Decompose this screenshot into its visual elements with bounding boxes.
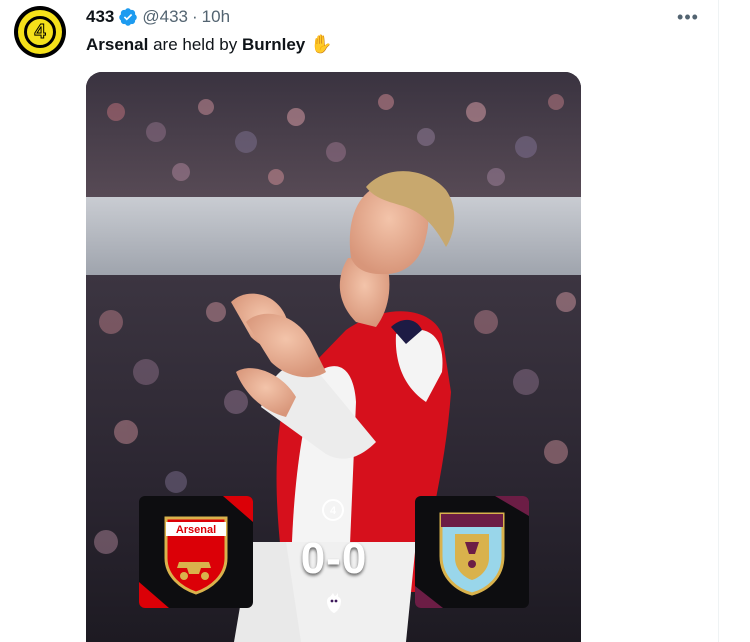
tweet-header: 433 @433 · 10h: [86, 6, 230, 28]
burnley-crest-icon: [415, 496, 529, 608]
raised-hand-emoji-icon: ✋: [309, 34, 333, 54]
avatar[interactable]: 4: [14, 6, 66, 58]
premier-league-lion-icon: [322, 589, 346, 615]
handle[interactable]: @433: [142, 7, 188, 27]
separator-dot: ·: [192, 7, 198, 26]
home-crest-text: Arsenal: [176, 524, 216, 536]
tweet-text-middle: are held by: [148, 35, 242, 54]
tweet-media[interactable]: Arsenal 4 0-0: [86, 72, 581, 642]
home-team-crest: Arsenal: [139, 496, 253, 608]
more-options-icon[interactable]: •••: [676, 8, 700, 26]
tweet[interactable]: 4 433 @433 · 10h ••• Arsenal are held by…: [0, 0, 718, 642]
score-badge-icon: 4: [322, 499, 344, 521]
column-divider: [718, 0, 719, 642]
away-team-crest: [415, 496, 529, 608]
match-score: 0-0: [300, 534, 368, 583]
timestamp[interactable]: 10h: [202, 7, 230, 27]
avatar-badge: 4: [18, 10, 62, 54]
avatar-logo-text: 4: [24, 16, 56, 48]
arsenal-crest-icon: Arsenal: [139, 496, 253, 608]
tweet-text: Arsenal are held by Burnley ✋: [86, 33, 332, 56]
svg-text:4: 4: [330, 505, 337, 517]
tweet-text-team-away: Burnley: [241, 35, 306, 54]
verified-badge-icon: [119, 8, 138, 26]
tweet-text-team-home: Arsenal: [86, 35, 149, 54]
display-name[interactable]: 433: [86, 7, 114, 27]
